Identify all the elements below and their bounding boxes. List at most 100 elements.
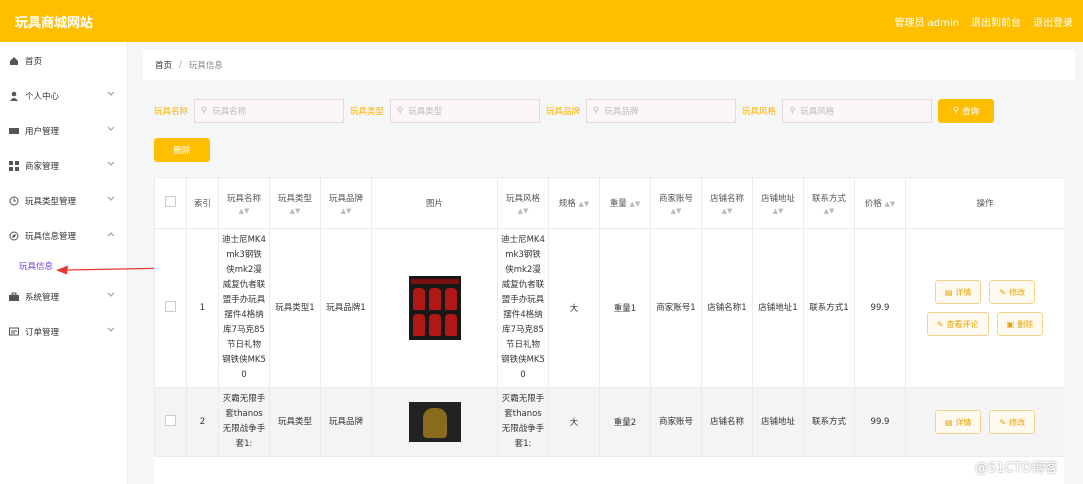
toy-type-input[interactable]: ⚲ 玩具类型 [390, 99, 541, 123]
toy-brand-input[interactable]: ⚲ 玩具品牌 [586, 99, 737, 123]
sidebar-item-system[interactable]: 系统管理 [0, 279, 127, 314]
edit-icon: ✎ [999, 287, 1007, 297]
sort-icon[interactable]: ▲▼ [629, 200, 640, 208]
sidebar-item-label: 个人中心 [25, 91, 60, 102]
account-text: 商家账号1 [656, 302, 696, 313]
search-button-label: 查询 [962, 107, 980, 117]
column-header[interactable]: 重量 ▲▼ [599, 177, 651, 229]
breadcrumb-separator: / [179, 60, 182, 70]
contact-cell: 联系方式 [803, 387, 855, 457]
toy-name-input[interactable]: ⚲ 玩具名称 [194, 99, 345, 123]
back-to-frontend-link[interactable]: 退出到前台 [971, 14, 1021, 29]
index-cell: 1 [186, 228, 219, 388]
sort-icon[interactable]: ▲▼ [753, 207, 803, 215]
account-text: 商家账号 [658, 416, 693, 427]
row-checkbox[interactable] [165, 301, 176, 312]
sidebar-item-merchants[interactable]: 商家管理 [0, 148, 127, 183]
column-header[interactable]: 玩具类型 ▲▼ [269, 177, 321, 229]
sidebar-item-label: 首页 [25, 56, 43, 67]
grid-icon [9, 160, 19, 171]
compass-icon [9, 231, 19, 240]
sort-icon[interactable]: ▲▼ [321, 207, 371, 215]
sort-icon[interactable]: ▲▼ [804, 207, 854, 215]
sort-icon[interactable]: ▲▼ [578, 200, 589, 208]
search-button[interactable]: ⚲ 查询 [938, 99, 995, 123]
select-all-checkbox[interactable] [165, 196, 176, 207]
sidebar-item-orders[interactable]: 订单管理 [0, 314, 127, 349]
breadcrumb: 首页 / 玩具信息 [143, 50, 1075, 80]
toy-name-cell: 灭霸无限手套thanos无限战争手套1: [218, 387, 270, 457]
row-select-cell [154, 228, 187, 388]
toy-image-ironman[interactable] [408, 276, 461, 340]
trash-icon: ▣ [1006, 319, 1015, 329]
search-icon: ⚲ [789, 106, 796, 116]
column-header[interactable]: 商家账号 ▲▼ [650, 177, 702, 229]
chevron-down-icon [107, 160, 115, 170]
contact-text: 联系方式1 [809, 302, 849, 313]
header-label: 店铺地址 [760, 193, 795, 204]
toy-style-input[interactable]: ⚲ 玩具风格 [782, 99, 933, 123]
delete-label: 删除 [1017, 319, 1034, 329]
detail-label: 详情 [955, 417, 972, 427]
sort-icon[interactable]: ▲▼ [498, 207, 548, 215]
sidebar-item-toy-types[interactable]: 玩具类型管理 [0, 183, 127, 218]
sort-icon[interactable]: ▲▼ [884, 200, 895, 208]
toy-name-text: 灭霸无限手套thanos无限战争手套1: [222, 394, 266, 449]
search-icon: ⚲ [397, 106, 404, 116]
column-header[interactable]: 玩具名称 ▲▼ [218, 177, 270, 229]
main-content: 首页 / 玩具信息 玩具名称 ⚲ 玩具名称 玩具类型 ⚲ 玩具类型 玩具品牌 ⚲… [143, 42, 1078, 484]
edit-button[interactable]: ✎ 修改 [989, 410, 1036, 434]
delete-button[interactable]: 删除 [154, 138, 210, 162]
image-cell [371, 228, 498, 388]
column-header[interactable]: 玩具风格 ▲▼ [497, 177, 549, 229]
header-label: 玩具品牌 [328, 193, 363, 204]
price-cell: 99.9 [854, 387, 906, 457]
breadcrumb-home[interactable]: 首页 [155, 59, 172, 71]
row-checkbox[interactable] [165, 415, 176, 426]
sidebar-item-label: 玩具信息管理 [25, 231, 77, 242]
weight-cell: 重量1 [599, 228, 651, 388]
sidebar-item-home[interactable]: 首页 [0, 43, 127, 78]
header-label: 玩具名称 [226, 193, 261, 204]
home-icon [10, 56, 18, 65]
header-label: 重量 [609, 199, 627, 209]
column-header[interactable]: 价格 ▲▼ [854, 177, 906, 229]
view-reviews-button[interactable]: ✎ 查看评论 [926, 312, 989, 336]
toy-type-text: 玩具类型 [277, 416, 312, 427]
search-icon: ⚲ [201, 106, 208, 116]
toolbox-icon [9, 292, 19, 301]
spec-cell: 大 [548, 228, 600, 388]
detail-button[interactable]: ▤ 详情 [934, 280, 982, 304]
top-links: 管理员 admin 退出到前台 退出登录 [894, 14, 1073, 29]
toy-brand-text: 玩具品牌 [328, 416, 363, 427]
column-header[interactable]: 玩具品牌 ▲▼ [320, 177, 372, 229]
detail-button[interactable]: ▤ 详情 [934, 410, 982, 434]
image-cell [371, 387, 498, 457]
filter-type-label: 玩具类型 [350, 107, 385, 117]
toy-style-placeholder: 玩具风格 [800, 107, 835, 117]
row-delete-button[interactable]: ▣ 删除 [996, 312, 1044, 336]
sidebar-item-profile[interactable]: 个人中心 [0, 78, 127, 113]
sidebar-subitem-toy-info[interactable]: 玩具信息 [0, 253, 127, 279]
column-header[interactable]: 店铺地址 ▲▼ [752, 177, 804, 229]
chevron-down-icon [107, 195, 115, 205]
sidebar-item-users[interactable]: 用户管理 [0, 113, 127, 148]
logout-link[interactable]: 退出登录 [1033, 14, 1073, 29]
column-header[interactable]: 规格 ▲▼ [548, 177, 600, 229]
column-header[interactable]: 店铺名称 ▲▼ [701, 177, 753, 229]
edit-button[interactable]: ✎ 修改 [989, 280, 1036, 304]
toy-table: 索引 玩具名称 ▲▼ 玩具类型 ▲▼ 玩具品牌 ▲▼ 图片 玩具风格 ▲▼ 规格 ▲▼ … [154, 177, 1064, 484]
sidebar-item-toy-info[interactable]: 玩具信息管理 [0, 218, 127, 253]
column-header: 操作 [905, 177, 1064, 229]
sort-icon[interactable]: ▲▼ [270, 207, 320, 215]
toy-brand-text: 玩具品牌1 [326, 302, 366, 313]
filter-style-label: 玩具风格 [742, 107, 777, 117]
sort-icon[interactable]: ▲▼ [651, 207, 701, 215]
column-header[interactable]: 联系方式 ▲▼ [803, 177, 855, 229]
admin-user-label[interactable]: 管理员 admin [894, 14, 959, 29]
sort-icon[interactable]: ▲▼ [219, 207, 269, 215]
top-bar: 玩具商城网站 管理员 admin 退出到前台 退出登录 [0, 0, 1083, 42]
sort-icon[interactable]: ▲▼ [702, 207, 752, 215]
row-select-cell [154, 387, 187, 457]
toy-image-gauntlet[interactable] [408, 402, 461, 442]
